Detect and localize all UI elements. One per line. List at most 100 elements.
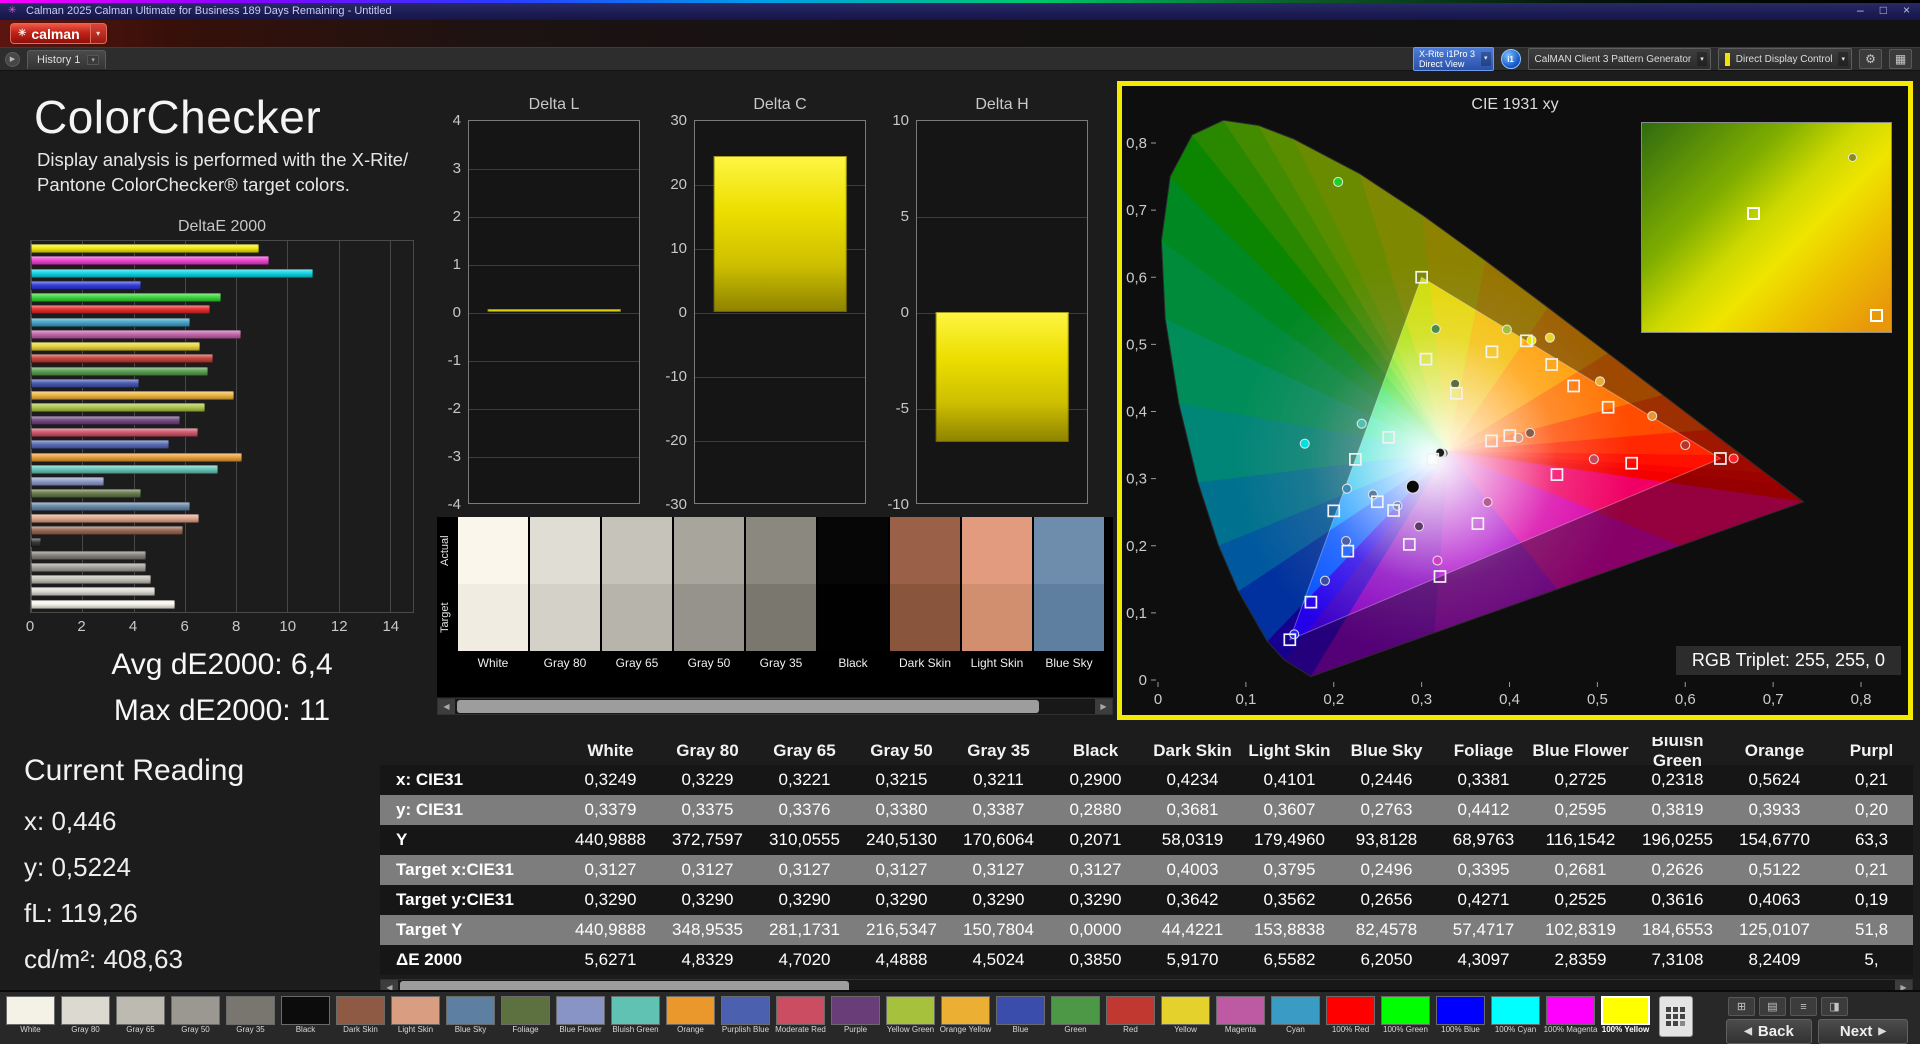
palette-item-magenta[interactable]: Magenta bbox=[1213, 996, 1268, 1035]
palette-item-dark-skin[interactable]: Dark Skin bbox=[333, 996, 388, 1035]
delta-tick-label: 30 bbox=[650, 112, 687, 129]
meter-status-icon[interactable]: i1 bbox=[1501, 49, 1521, 69]
palette-item-orange[interactable]: Orange bbox=[663, 996, 718, 1035]
palette-item-100-magenta[interactable]: 100% Magenta bbox=[1543, 996, 1598, 1035]
workflow-nav-cluster: ⊞▤≡◨ ◀ Back Next ▶ bbox=[1726, 996, 1910, 1044]
deltae-bar bbox=[31, 502, 190, 511]
table-row-label: y: CIE31 bbox=[380, 800, 562, 820]
palette-item-blue-flower[interactable]: Blue Flower bbox=[553, 996, 608, 1035]
palette-tool-button-4[interactable]: ◨ bbox=[1821, 997, 1848, 1016]
palette-item-gray-65[interactable]: Gray 65 bbox=[113, 996, 168, 1035]
delta-chart-ticks: 43210-1-2-3-4 bbox=[424, 121, 464, 505]
table-cell: 93,8128 bbox=[1338, 830, 1435, 850]
palette-item-white[interactable]: White bbox=[3, 996, 58, 1035]
workspace-layout-button[interactable]: ▦ bbox=[1889, 49, 1912, 69]
palette-item-yellow[interactable]: Yellow bbox=[1158, 996, 1213, 1035]
palette-swatch bbox=[1326, 996, 1375, 1025]
table-row: Target y:CIE310,32900,32900,32900,32900,… bbox=[380, 885, 1913, 915]
minimize-button[interactable]: – bbox=[1857, 3, 1864, 17]
scroll-left-button[interactable]: ◀ bbox=[438, 699, 455, 714]
maximize-button[interactable]: □ bbox=[1880, 3, 1887, 17]
strip-scrollbar[interactable]: ◀ ▶ bbox=[437, 698, 1113, 715]
palette-item-gray-35[interactable]: Gray 35 bbox=[223, 996, 278, 1035]
palette-tool-button-2[interactable]: ▤ bbox=[1759, 997, 1786, 1016]
table-cell: 6,2050 bbox=[1338, 950, 1435, 970]
deltae-axis-tick-label: 14 bbox=[382, 618, 399, 635]
history-panel-toggle[interactable]: ▶ bbox=[5, 52, 20, 67]
table-cell: 0,5122 bbox=[1726, 860, 1823, 880]
palette-swatch bbox=[336, 996, 385, 1025]
palette-item-100-yellow[interactable]: 100% Yellow bbox=[1598, 996, 1653, 1035]
pattern-grid-button[interactable] bbox=[1659, 996, 1693, 1037]
table-cell: 8,2409 bbox=[1726, 950, 1823, 970]
swatch-target bbox=[962, 584, 1032, 651]
palette-item-100-cyan[interactable]: 100% Cyan bbox=[1488, 996, 1543, 1035]
table-header-cell: Dark Skin bbox=[1144, 741, 1241, 761]
scroll-right-button[interactable]: ▶ bbox=[1095, 699, 1112, 714]
table-cell: 440,9888 bbox=[562, 920, 659, 940]
table-cell: 0,3642 bbox=[1144, 890, 1241, 910]
palette-item-purple[interactable]: Purple bbox=[828, 996, 883, 1035]
chevron-down-icon[interactable]: ▾ bbox=[1481, 52, 1491, 66]
deltae-bar bbox=[31, 453, 242, 462]
palette-item-red[interactable]: Red bbox=[1103, 996, 1158, 1035]
palette-item-gray-80[interactable]: Gray 80 bbox=[58, 996, 113, 1035]
palette-tool-button-1[interactable]: ⊞ bbox=[1728, 997, 1755, 1016]
palette-item-foliage[interactable]: Foliage bbox=[498, 996, 553, 1035]
palette-swatch bbox=[1381, 996, 1430, 1025]
meter-select-dropdown[interactable]: X-Rite i1Pro 3 Direct View ▾ bbox=[1413, 47, 1494, 72]
calman-menu-button[interactable]: ✳ calman ▾ bbox=[10, 23, 107, 44]
scrollbar-track[interactable] bbox=[455, 699, 1095, 714]
palette-item-moderate-red[interactable]: Moderate Red bbox=[773, 996, 828, 1035]
deltae-bar bbox=[31, 489, 141, 498]
palette-item-cyan[interactable]: Cyan bbox=[1268, 996, 1323, 1035]
tab-caret-icon[interactable]: ▾ bbox=[87, 55, 99, 65]
pattern-generator-dropdown[interactable]: CalMAN Client 3 Pattern Generator ▾ bbox=[1528, 48, 1711, 70]
palette-tool-button-3[interactable]: ≡ bbox=[1790, 997, 1817, 1016]
palette-swatch bbox=[61, 996, 110, 1025]
deltae-bar bbox=[31, 575, 151, 584]
delta-bar bbox=[488, 309, 621, 312]
palette-item-blue[interactable]: Blue bbox=[993, 996, 1048, 1035]
settings-gear-button[interactable]: ⚙ bbox=[1859, 49, 1882, 69]
palette-swatch bbox=[1216, 996, 1265, 1025]
palette-item-green[interactable]: Green bbox=[1048, 996, 1103, 1035]
deltae-bar bbox=[31, 269, 313, 278]
menu-caret-icon[interactable]: ▾ bbox=[90, 23, 107, 44]
swatch-target bbox=[458, 584, 528, 651]
inset-target-square bbox=[1747, 207, 1760, 220]
tab-history-1[interactable]: History 1 ▾ bbox=[27, 50, 106, 69]
palette-swatch bbox=[501, 996, 550, 1025]
palette-item-gray-50[interactable]: Gray 50 bbox=[168, 996, 223, 1035]
table-cell: 0,4271 bbox=[1435, 890, 1532, 910]
scrollbar-thumb[interactable] bbox=[457, 700, 1039, 713]
display-control-dropdown[interactable]: Direct Display Control ▾ bbox=[1718, 48, 1852, 70]
palette-item-blue-sky[interactable]: Blue Sky bbox=[443, 996, 498, 1035]
delta-gridline bbox=[469, 457, 639, 458]
table-row: y: CIE310,33790,33750,33760,33800,33870,… bbox=[380, 795, 1913, 825]
chevron-down-icon[interactable]: ▾ bbox=[1838, 52, 1848, 66]
back-button[interactable]: ◀ Back bbox=[1726, 1019, 1812, 1044]
palette-item-black[interactable]: Black bbox=[278, 996, 333, 1035]
close-button[interactable]: × bbox=[1903, 3, 1910, 17]
palette-item-100-green[interactable]: 100% Green bbox=[1378, 996, 1433, 1035]
palette-label: Yellow bbox=[1159, 1026, 1213, 1035]
palette-item-orange-yellow[interactable]: Orange Yellow bbox=[938, 996, 993, 1035]
pattern-palette-bar: WhiteGray 80Gray 65Gray 50Gray 35BlackDa… bbox=[0, 990, 1920, 1044]
swatch-label: Black bbox=[818, 651, 888, 675]
palette-item-100-blue[interactable]: 100% Blue bbox=[1433, 996, 1488, 1035]
swatch-label: Dark Skin bbox=[890, 651, 960, 675]
deltae-bar bbox=[31, 305, 210, 314]
swatch-target bbox=[890, 584, 960, 651]
palette-item-light-skin[interactable]: Light Skin bbox=[388, 996, 443, 1035]
delta-gridline bbox=[695, 313, 865, 314]
chevron-down-icon[interactable]: ▾ bbox=[1697, 52, 1707, 66]
palette-item-bluish-green[interactable]: Bluish Green bbox=[608, 996, 663, 1035]
palette-item-yellow-green[interactable]: Yellow Green bbox=[883, 996, 938, 1035]
reading-fl: fL: 119,26 bbox=[24, 898, 138, 929]
table-cell: 0,21 bbox=[1823, 770, 1913, 790]
palette-item-100-red[interactable]: 100% Red bbox=[1323, 996, 1378, 1035]
table-cell: 154,6770 bbox=[1726, 830, 1823, 850]
next-button[interactable]: Next ▶ bbox=[1818, 1019, 1908, 1044]
palette-item-purplish-blue[interactable]: Purplish Blue bbox=[718, 996, 773, 1035]
